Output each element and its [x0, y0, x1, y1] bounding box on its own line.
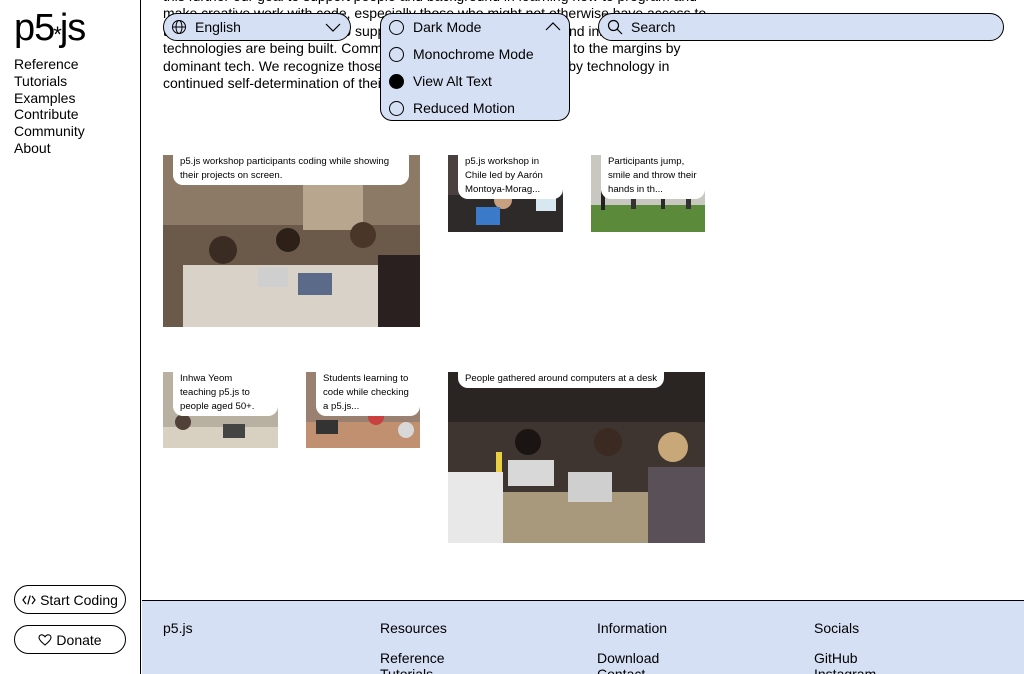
image-caption: p5.js workshop in Chile led by Aarón Mon…	[458, 155, 563, 199]
option-reduced-motion[interactable]: Reduced Motion	[389, 100, 515, 116]
option-monochrome-mode[interactable]: Monochrome Mode	[389, 46, 534, 62]
gallery-image-6: People gathered around computers at a de…	[448, 372, 705, 543]
radio-view-alt-text[interactable]	[389, 73, 404, 89]
gallery-image-2: p5.js workshop in Chile led by Aarón Mon…	[448, 155, 563, 232]
footer-heading: Resources	[380, 620, 447, 636]
footer-link-reference[interactable]: Reference	[380, 650, 447, 666]
code-icon	[22, 594, 36, 605]
start-coding-label: Start Coding	[40, 591, 118, 608]
image-caption: p5.js workshop participants coding while…	[173, 155, 410, 185]
nav-about[interactable]: About	[14, 140, 85, 157]
footer-link-tutorials[interactable]: Tutorials	[380, 666, 447, 674]
language-value: English	[195, 19, 241, 35]
sidebar-nav: Reference Tutorials Examples Contribute …	[14, 56, 85, 157]
desk-photo-6	[448, 372, 705, 543]
accessibility-menu: Dark Mode Monochrome Mode View Alt Text …	[380, 13, 570, 121]
footer-brand-label: p5.js	[163, 620, 193, 636]
option-label: View Alt Text	[413, 73, 492, 89]
chevron-down-icon	[325, 23, 341, 32]
option-label: Reduced Motion	[413, 100, 515, 116]
logo-suffix: js	[59, 7, 86, 49]
footer-col-resources: Resources Reference Tutorials	[380, 619, 447, 674]
footer-link-github[interactable]: GitHub	[814, 650, 876, 666]
radio-reduced-motion[interactable]	[389, 100, 404, 116]
start-coding-button[interactable]: Start Coding	[14, 585, 126, 614]
chevron-up-icon[interactable]	[545, 21, 561, 33]
logo-text: p5	[14, 7, 55, 49]
footer-brand: p5.js	[163, 619, 193, 637]
heart-icon	[38, 633, 52, 646]
option-label: Dark Mode	[413, 19, 482, 35]
globe-icon	[172, 20, 186, 34]
image-caption: People gathered around computers at a de…	[458, 372, 665, 388]
p5js-page: p5*js Reference Tutorials Examples Contr…	[0, 0, 1024, 674]
nav-tutorials[interactable]: Tutorials	[14, 73, 85, 90]
footer-heading: Information	[597, 620, 668, 636]
footer-link-instagram[interactable]: Instagram	[814, 666, 876, 674]
search-label: Search	[631, 19, 676, 35]
footer-link-download[interactable]: Download	[597, 650, 667, 666]
image-caption: Participants jump, smile and throw their…	[601, 155, 705, 199]
footer-col-information: Information Download Contact	[597, 619, 667, 674]
radio-monochrome-mode[interactable]	[389, 46, 404, 62]
donate-label: Donate	[56, 631, 102, 648]
p5js-logo[interactable]: p5*js	[14, 7, 86, 55]
nav-community[interactable]: Community	[14, 123, 85, 140]
footer-heading: Socials	[814, 620, 860, 636]
gallery-image-4: Inhwa Yeom teaching p5.js to people aged…	[163, 372, 278, 448]
footer: p5.js Resources Reference Tutorials Info…	[142, 600, 1024, 674]
gallery-image-3: Participants jump, smile and throw their…	[591, 155, 705, 232]
footer-col-socials: Socials GitHub Instagram	[814, 619, 876, 674]
radio-dark-mode[interactable]	[389, 19, 404, 35]
donate-button[interactable]: Donate	[14, 625, 126, 654]
option-label: Monochrome Mode	[413, 46, 534, 62]
image-caption: Inhwa Yeom teaching p5.js to people aged…	[173, 372, 278, 416]
footer-link-contact[interactable]: Contact	[597, 666, 667, 674]
gallery-image-1: p5.js workshop participants coding while…	[163, 155, 420, 327]
nav-examples[interactable]: Examples	[14, 90, 85, 107]
search-bar[interactable]: Search	[598, 13, 1004, 41]
search-icon	[607, 19, 623, 35]
sidebar: p5*js Reference Tutorials Examples Contr…	[0, 0, 141, 674]
gallery-image-5: Students learning to code while checking…	[306, 372, 420, 448]
option-dark-mode[interactable]: Dark Mode	[389, 19, 481, 35]
option-view-alt-text[interactable]: View Alt Text	[389, 73, 492, 89]
nav-contribute[interactable]: Contribute	[14, 106, 85, 123]
image-caption: Students learning to code while checking…	[316, 372, 420, 416]
nav-reference[interactable]: Reference	[14, 56, 85, 73]
language-select[interactable]: English	[163, 13, 351, 41]
main-content: this further our goal to support people …	[142, 0, 1024, 674]
